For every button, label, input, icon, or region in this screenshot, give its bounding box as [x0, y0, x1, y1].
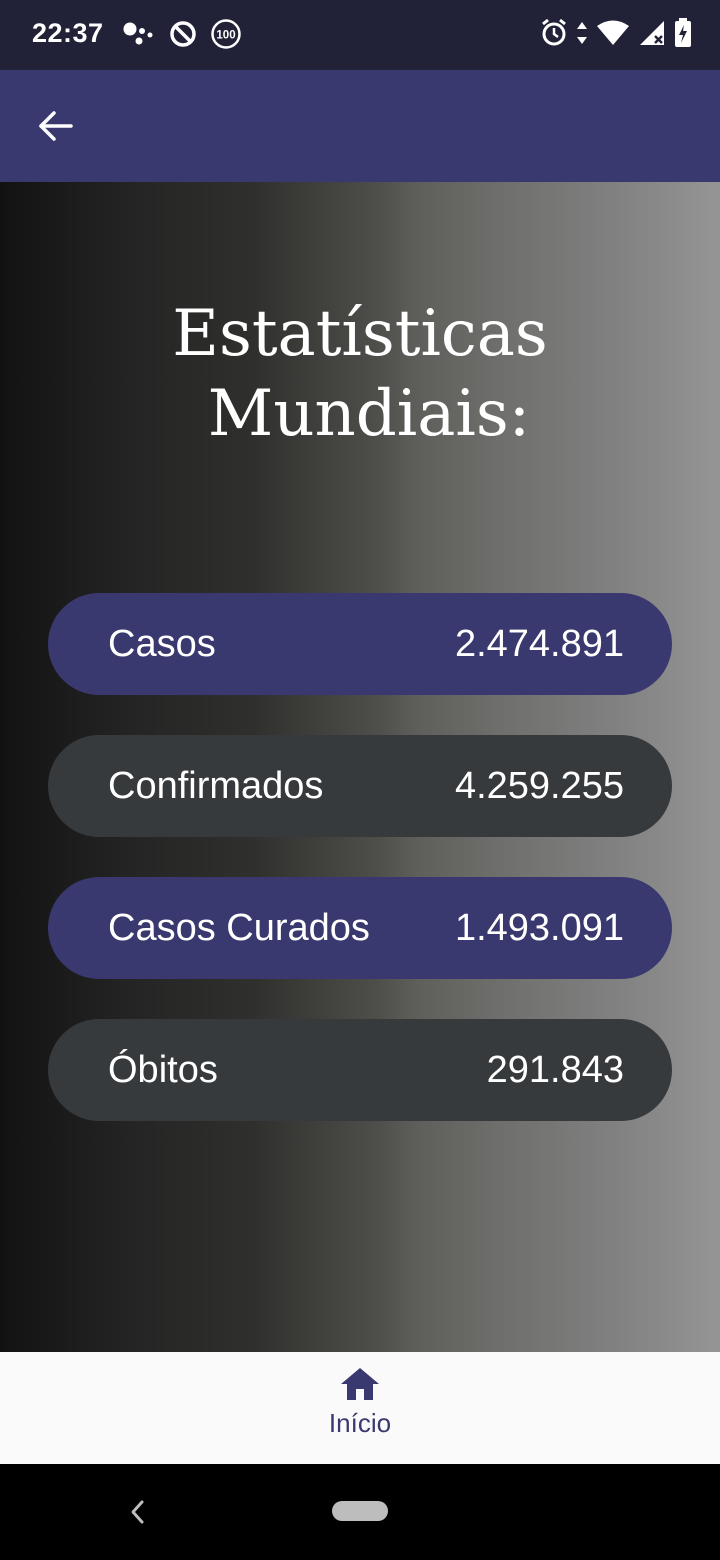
notification-count-text: 100	[216, 30, 235, 42]
stat-label: Casos Curados	[108, 907, 370, 949]
notification-count-icon: 100	[210, 18, 242, 50]
stat-label: Óbitos	[108, 1049, 218, 1091]
bottom-navigation: Início	[0, 1352, 720, 1464]
stat-value: 4.259.255	[454, 765, 624, 807]
data-arrows-icon	[576, 20, 588, 46]
stat-confirmados[interactable]: Confirmados 4.259.255	[48, 735, 672, 837]
stat-value: 2.474.891	[454, 623, 624, 665]
nav-item-inicio[interactable]: Início	[300, 1366, 420, 1456]
alarm-icon	[540, 18, 568, 48]
home-icon	[341, 1368, 379, 1400]
battery-charging-icon	[674, 18, 692, 48]
status-right-icons: 4	[540, 18, 692, 48]
back-button[interactable]	[28, 98, 84, 154]
page-title-line1: Estatísticas	[172, 297, 548, 371]
stat-label: Casos	[108, 623, 216, 665]
stat-value: 291.843	[486, 1049, 624, 1091]
data-saver-icon	[168, 19, 198, 49]
system-home-button[interactable]	[332, 1501, 388, 1521]
page-title-line2: Mundiais:	[207, 377, 531, 451]
status-left-icons: 100	[122, 18, 242, 50]
nav-item-label: Início	[328, 1408, 392, 1438]
status-bar: 22:37 100 4	[0, 0, 720, 70]
system-back-button[interactable]	[126, 1498, 150, 1531]
stat-label: Confirmados	[108, 765, 324, 807]
app-bar	[0, 70, 720, 182]
status-time: 22:37	[32, 18, 104, 48]
arrow-left-icon	[39, 111, 73, 141]
chevron-left-icon	[131, 1500, 144, 1524]
wifi-icon: 4	[596, 19, 630, 47]
main-content: Estatísticas Mundiais: Casos 2.474.891 C…	[0, 182, 720, 1352]
stat-casos[interactable]: Casos 2.474.891	[48, 593, 672, 695]
page-title: Estatísticas Mundiais:	[0, 294, 720, 454]
stat-value: 1.493.091	[454, 907, 624, 949]
signal-icon	[638, 19, 666, 47]
assistant-icon	[122, 20, 156, 48]
stat-casos-curados[interactable]: Casos Curados 1.493.091	[48, 877, 672, 979]
svg-text:4: 4	[618, 36, 624, 47]
stat-obitos[interactable]: Óbitos 291.843	[48, 1019, 672, 1121]
